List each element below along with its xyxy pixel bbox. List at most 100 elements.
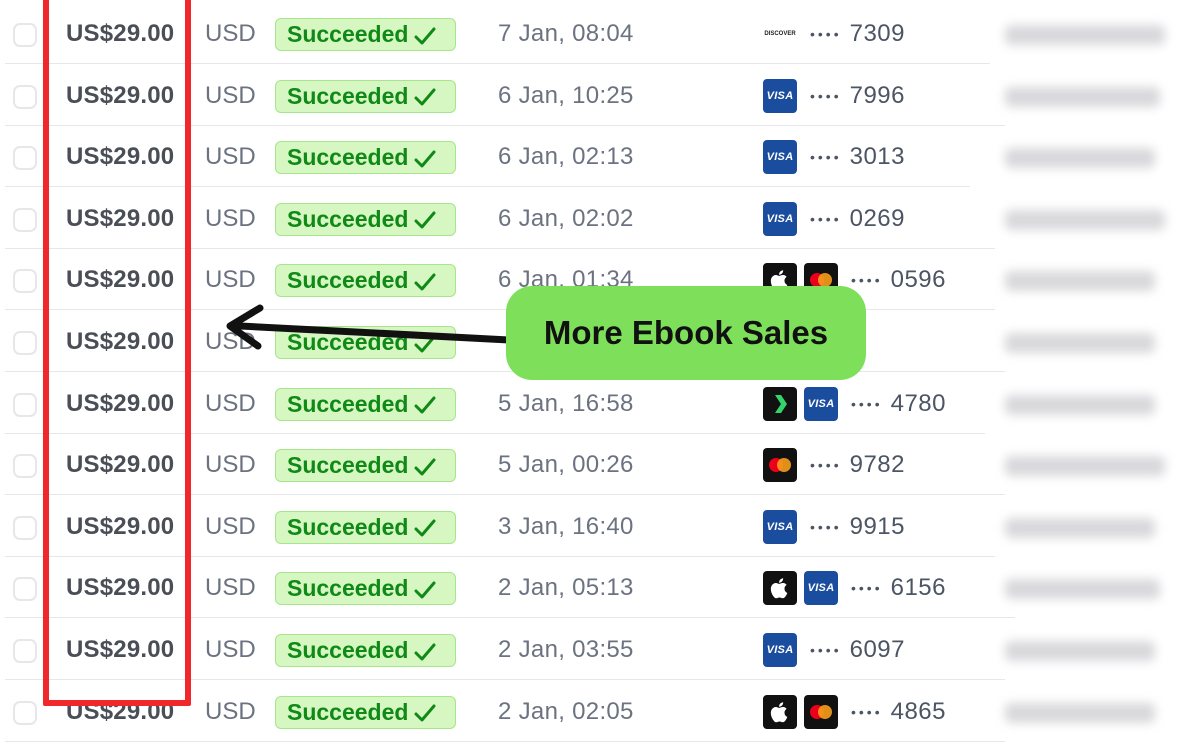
- card-mask: ••••: [810, 87, 842, 104]
- status-badge: Succeeded: [275, 18, 456, 51]
- payment-method: VISA •••• 9915: [763, 509, 905, 544]
- status-label: Succeeded: [287, 82, 409, 109]
- row-checkbox[interactable]: [13, 84, 37, 109]
- row-checkbox[interactable]: [13, 577, 37, 602]
- currency-code: USD: [205, 574, 256, 602]
- card-mask: ••••: [810, 26, 842, 42]
- card-last4: •••• 7996: [810, 79, 905, 113]
- table-row[interactable]: US$29.00 USD Succeeded 6 Jan, 02:13 VISA ••••…: [0, 126, 1200, 188]
- card-last4: •••• 3013: [810, 140, 905, 174]
- visa-logo-icon: VISA: [804, 571, 838, 606]
- discover-logo-icon: DISCOVER: [763, 17, 797, 51]
- card-mask: ••••: [851, 272, 883, 289]
- card-last4-digits: 4780: [890, 389, 946, 417]
- card-last4-digits: 6097: [849, 636, 905, 663]
- row-checkbox[interactable]: [13, 515, 37, 540]
- status-badge: Succeeded: [275, 572, 456, 606]
- row-checkbox[interactable]: [13, 454, 37, 479]
- payment-method: •••• 9782: [763, 448, 905, 483]
- status-badge: Succeeded: [275, 510, 456, 544]
- status-label: Succeeded: [287, 452, 409, 479]
- status-label: Succeeded: [287, 205, 409, 232]
- payment-date: 2 Jan, 02:05: [498, 697, 634, 725]
- card-last4-digits: 0269: [849, 204, 905, 232]
- status-badge: Succeeded: [275, 634, 456, 667]
- visa-logo-icon: VISA: [804, 386, 838, 421]
- status-label: Succeeded: [287, 144, 409, 171]
- card-last4-digits: 7309: [849, 20, 905, 47]
- amount-value: US$29.00: [66, 143, 175, 171]
- currency-code: USD: [205, 266, 256, 294]
- payment-method: •••• 4865: [763, 694, 946, 729]
- currency-code: USD: [205, 636, 256, 663]
- table-row[interactable]: US$29.00 USD Succeeded 7 Jan, 08:04 DISCOVER…: [0, 3, 1200, 64]
- payment-date: 6 Jan, 02:02: [498, 204, 634, 232]
- row-checkbox[interactable]: [13, 700, 37, 725]
- amount-value: US$29.00: [66, 204, 175, 232]
- card-last4: •••• 7309: [810, 17, 905, 51]
- customer-blurred: [1005, 517, 1155, 538]
- customer-blurred: [1005, 209, 1165, 230]
- status-label: Succeeded: [287, 513, 409, 540]
- table-row[interactable]: US$29.00 USD Succeeded 6 Jan, 02:02 VISA ••••…: [0, 188, 1200, 249]
- checkmark-icon: [414, 456, 436, 476]
- row-checkbox[interactable]: [13, 639, 37, 663]
- currency-code: USD: [205, 204, 256, 232]
- payment-method: VISA •••• 3013: [763, 140, 905, 175]
- customer-blurred: [1005, 641, 1155, 661]
- checkmark-icon: [414, 148, 436, 168]
- row-checkbox[interactable]: [13, 269, 37, 294]
- payment-date: 6 Jan, 10:25: [498, 81, 634, 109]
- amount-value: US$29.00: [66, 451, 175, 479]
- customer-blurred: [1005, 394, 1155, 415]
- row-checkbox[interactable]: [13, 331, 37, 355]
- link-pay-logo-icon: [763, 386, 797, 421]
- payment-method: VISA •••• 6156: [763, 571, 946, 606]
- visa-logo-icon: VISA: [763, 140, 797, 175]
- status-badge: Succeeded: [275, 202, 456, 236]
- table-row[interactable]: US$29.00 USD Succeeded 5 Jan, 00:26 •••• 9782: [0, 434, 1200, 496]
- customer-blurred: [1005, 333, 1155, 353]
- status-badge: Succeeded: [275, 387, 456, 421]
- checkmark-icon: [414, 702, 436, 722]
- amount-value: US$29.00: [66, 266, 175, 294]
- table-row[interactable]: US$29.00 USD Succeeded 2 Jan, 02:05 •••• 4865: [0, 681, 1200, 742]
- status-badge: Succeeded: [275, 141, 456, 175]
- table-row[interactable]: US$29.00 USD Succeeded 3 Jan, 16:40 VISA ••••…: [0, 496, 1200, 557]
- checkmark-icon: [414, 641, 436, 661]
- status-label: Succeeded: [287, 390, 409, 417]
- visa-logo-icon: VISA: [763, 201, 797, 236]
- customer-blurred: [1005, 86, 1160, 107]
- card-last4: •••• 9915: [810, 510, 905, 544]
- checkmark-icon: [414, 394, 436, 414]
- apple-pay-logo-icon: [763, 571, 797, 606]
- payment-date: 2 Jan, 03:55: [498, 636, 634, 663]
- amount-value: US$29.00: [66, 20, 175, 47]
- row-checkbox[interactable]: [13, 392, 37, 417]
- customer-blurred: [1005, 702, 1155, 723]
- card-mask: ••••: [810, 210, 842, 227]
- checkmark-icon: [414, 271, 436, 291]
- payment-method: DISCOVER •••• 7309: [763, 17, 905, 51]
- currency-code: USD: [205, 389, 256, 417]
- row-checkbox[interactable]: [13, 207, 37, 232]
- card-last4: •••• 0596: [851, 263, 946, 297]
- row-checkbox[interactable]: [13, 146, 37, 171]
- row-checkbox[interactable]: [13, 23, 37, 47]
- status-badge: Succeeded: [275, 449, 456, 483]
- callout-more-ebook-sales: More Ebook Sales: [506, 286, 866, 380]
- payment-date: 5 Jan, 16:58: [498, 389, 634, 417]
- table-row[interactable]: US$29.00 USD Succeeded 2 Jan, 05:13 VISA ••••…: [0, 557, 1200, 619]
- status-label: Succeeded: [287, 698, 409, 725]
- card-last4: •••• 0269: [810, 202, 905, 236]
- mastercard-logo-icon: [763, 448, 797, 483]
- card-mask: ••••: [810, 518, 842, 535]
- card-last4-digits: 7996: [849, 81, 905, 109]
- table-row[interactable]: US$29.00 USD Succeeded 2 Jan, 03:55 VISA ••••…: [0, 619, 1200, 680]
- amount-value: US$29.00: [66, 81, 175, 109]
- status-badge: Succeeded: [275, 695, 456, 729]
- table-row[interactable]: US$29.00 USD Succeeded 6 Jan, 10:25 VISA ••••…: [0, 65, 1200, 126]
- table-row[interactable]: US$29.00 USD Succeeded 5 Jan, 16:58 VISA ••••…: [0, 373, 1200, 434]
- visa-logo-icon: VISA: [763, 509, 797, 544]
- amount-value: US$29.00: [66, 697, 175, 725]
